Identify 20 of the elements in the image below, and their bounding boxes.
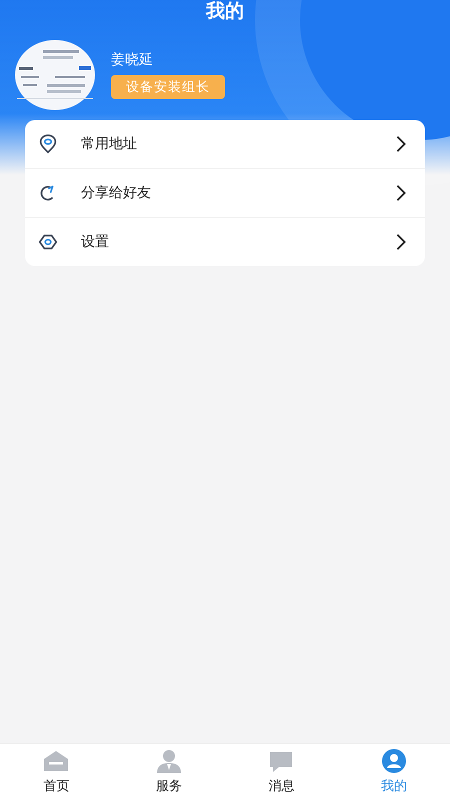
menu-label: 设置 (81, 233, 110, 251)
menu-label: 分享给好友 (81, 184, 152, 202)
chevron-right-icon (395, 135, 407, 153)
menu-label: 常用地址 (81, 135, 138, 153)
user-name: 姜晓延 (111, 51, 154, 69)
chevron-right-icon (395, 233, 407, 251)
tab[interactable]: 首页 (0, 744, 112, 800)
page-title: 我的 (206, 0, 244, 22)
menu-item[interactable]: 设置 (25, 218, 425, 266)
menu-item[interactable]: 分享给好友 (25, 169, 425, 218)
house-icon (42, 749, 70, 773)
menu-item[interactable]: 常用地址 (25, 120, 425, 169)
person-circle-icon (380, 749, 408, 773)
person-icon (154, 749, 183, 773)
tab[interactable]: 消息 (225, 744, 338, 800)
chevron-right-icon (395, 184, 407, 202)
tab[interactable]: 我的 (338, 744, 450, 800)
tab[interactable]: 服务 (112, 744, 225, 800)
location-pin-icon (37, 133, 59, 155)
role-tag: 设备安装组长 (111, 75, 225, 99)
